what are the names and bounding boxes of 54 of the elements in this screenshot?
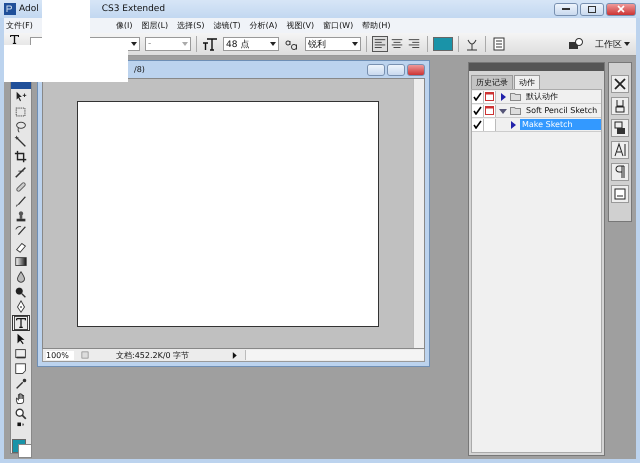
menu-item[interactable]: 帮助(H) xyxy=(362,20,390,31)
panel-tab[interactable]: 历史记录 xyxy=(471,75,513,89)
disclosure-triangle-icon[interactable] xyxy=(499,106,507,114)
dialog-toggle[interactable] xyxy=(484,118,496,130)
window-title: CS3 Extended xyxy=(102,4,166,14)
document-size-status: 文档:452.2K/0 字节 xyxy=(116,350,190,360)
workspace-menu[interactable]: 工作区 xyxy=(595,38,630,50)
dialog-toggle[interactable] xyxy=(484,90,496,102)
close-button[interactable] xyxy=(407,64,425,76)
folder-icon xyxy=(510,106,521,115)
anti-alias-dropdown[interactable]: 锐利 xyxy=(305,37,361,51)
menu-item[interactable]: 像(I) xyxy=(116,20,132,31)
toggle-checkbox[interactable] xyxy=(472,104,484,116)
panel-tab[interactable]: 动作 xyxy=(514,75,540,89)
dialog-toggle[interactable] xyxy=(484,104,496,116)
folder-icon xyxy=(510,92,521,101)
type-tool-icon[interactable] xyxy=(12,315,30,332)
type-tool-icon xyxy=(10,35,19,44)
document-title: /8) xyxy=(134,65,145,74)
action-set-item[interactable]: 默认动作 xyxy=(524,90,560,103)
zoom-level[interactable]: 100% xyxy=(46,350,74,360)
horizontal-scrollbar[interactable] xyxy=(245,350,424,360)
restore-button[interactable] xyxy=(580,2,604,16)
close-icon xyxy=(617,5,625,13)
disclosure-triangle-icon[interactable] xyxy=(509,120,517,128)
action-set-item[interactable]: Soft Pencil Sketch xyxy=(524,105,600,116)
disclosure-triangle-icon[interactable] xyxy=(499,92,507,100)
text-color-swatch[interactable] xyxy=(433,37,453,51)
menu-item[interactable]: 文件(F) xyxy=(6,20,33,31)
font-size-icon xyxy=(202,36,218,52)
minimize-icon xyxy=(562,8,570,10)
menu-item[interactable]: 视图(V) xyxy=(286,20,314,31)
window-title: Adol xyxy=(19,4,39,14)
align-left-button[interactable] xyxy=(372,36,388,52)
toggle-checkbox[interactable] xyxy=(472,118,484,130)
menu-item[interactable]: 图层(L) xyxy=(141,20,168,31)
page-icon xyxy=(80,350,90,360)
vertical-scrollbar[interactable] xyxy=(413,79,424,348)
menu-item[interactable]: 选择(S) xyxy=(177,20,204,31)
restore-icon xyxy=(588,6,596,12)
paragraph-icon xyxy=(611,163,629,181)
app-logo-icon xyxy=(4,3,16,15)
menu-item[interactable]: 窗口(W) xyxy=(323,20,354,31)
toggle-checkbox[interactable] xyxy=(472,90,484,102)
minimize-button[interactable] xyxy=(554,2,578,16)
menu-item[interactable]: 滤镜(T) xyxy=(213,20,241,31)
font-size-dropdown[interactable]: 48 点 xyxy=(223,37,279,51)
menu-item[interactable]: 分析(A) xyxy=(250,20,278,31)
font-style-dropdown[interactable]: - xyxy=(145,37,191,51)
character-icon xyxy=(611,141,629,159)
play-arrow-icon xyxy=(230,350,239,360)
background-color-swatch[interactable] xyxy=(18,444,32,458)
tools-icon xyxy=(611,75,629,93)
close-button[interactable] xyxy=(606,2,636,16)
